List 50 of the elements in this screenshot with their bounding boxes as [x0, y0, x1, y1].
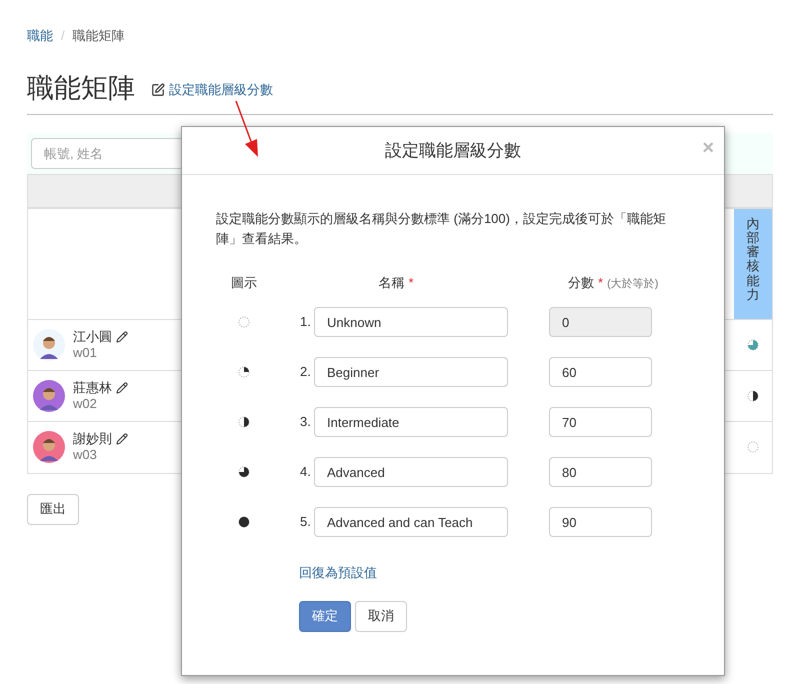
- settings-link[interactable]: 設定職能層級分數: [151, 80, 273, 100]
- level-name-field[interactable]: Advanced and can Teach: [314, 507, 508, 537]
- score-field[interactable]: 80: [549, 457, 652, 487]
- breadcrumb-link[interactable]: 職能: [27, 26, 53, 46]
- level-pie-icon: [238, 366, 250, 378]
- edit-pencil-icon[interactable]: [116, 433, 128, 445]
- breadcrumb-text: /: [60, 27, 66, 45]
- score-note: (大於等於): [607, 277, 658, 292]
- icon-column-header: 圖示: [230, 274, 258, 292]
- level-number: 4.: [300, 463, 308, 482]
- employee-account: w03: [73, 447, 98, 463]
- avatar-icon: [33, 328, 65, 360]
- edit-icon: [151, 82, 165, 97]
- score-field[interactable]: 70: [549, 407, 652, 437]
- employee-account: w02: [73, 396, 98, 412]
- required-mark: *: [408, 274, 414, 292]
- level-pie-icon: [238, 316, 250, 328]
- required-mark: *: [598, 274, 604, 292]
- level-pie-icon: [747, 441, 759, 453]
- score-field[interactable]: 90: [549, 507, 652, 537]
- level-name-field[interactable]: Advanced: [314, 457, 508, 487]
- name-column-header: 名稱: [378, 274, 404, 292]
- level-name-field[interactable]: Beginner: [314, 357, 508, 387]
- avatar-icon: [33, 380, 65, 412]
- dialog-title: 設定職能層級分數: [385, 140, 521, 162]
- reset-link[interactable]: 回復為預設值: [299, 563, 377, 582]
- employee-name: 江小圓: [73, 328, 112, 344]
- employee-name: 謝妙則: [73, 431, 112, 447]
- employee-account: w01: [73, 344, 98, 360]
- score-column-header: 分數: [568, 274, 594, 292]
- employee-name: 莊惠林: [73, 380, 112, 396]
- column-header: 內部審核能力: [734, 208, 772, 318]
- level-pie-icon: [238, 416, 250, 428]
- avatar-icon: [33, 431, 65, 463]
- level-name-field[interactable]: Intermediate: [314, 407, 508, 437]
- level-number: 1.: [300, 313, 308, 332]
- level-number: 5.: [300, 513, 308, 532]
- dialog-description: 設定職能分數顯示的層級名稱與分數標準 (滿分100)，設定完成後可於「職能矩陣」查看結果。: [216, 210, 667, 248]
- edit-pencil-icon[interactable]: [116, 330, 128, 342]
- page-title: 職能矩陣: [27, 72, 135, 104]
- confirm-button[interactable]: 確定: [299, 600, 351, 632]
- breadcrumb-text: 職能矩陣: [72, 27, 125, 45]
- score-field[interactable]: 60: [549, 357, 652, 387]
- level-pie-icon: [238, 516, 250, 528]
- export-button[interactable]: 匯出: [27, 494, 79, 524]
- cancel-button[interactable]: 取消: [355, 600, 407, 632]
- level-number: 3.: [300, 413, 308, 432]
- edit-pencil-icon[interactable]: [116, 382, 128, 394]
- level-number: 2.: [300, 363, 308, 382]
- level-pie-icon: [238, 466, 250, 478]
